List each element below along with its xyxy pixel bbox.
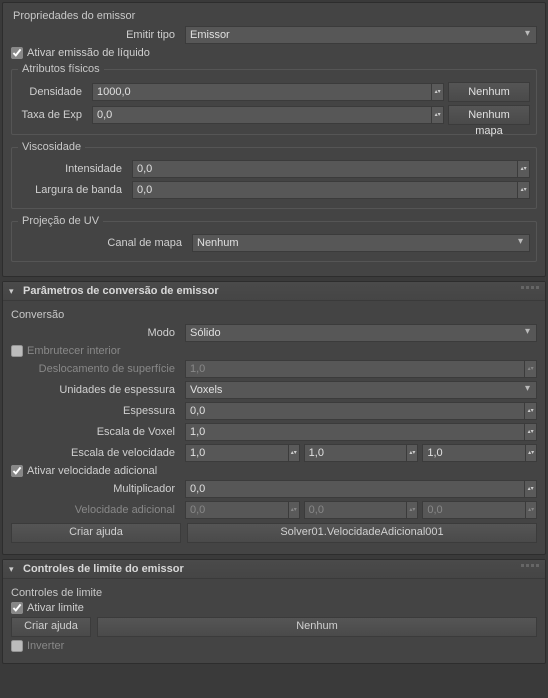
density-map-button[interactable]: Nenhum mapa [448,82,530,102]
uv-projection-group: Projeção de UV Canal de mapa Nenhum [11,215,537,262]
density-label: Densidade [18,86,88,98]
density-input[interactable] [92,83,432,101]
velocity-scale-label: Escala de velocidade [11,447,181,459]
exp-rate-input[interactable] [92,106,432,124]
conversion-subheading: Conversão [11,309,537,321]
map-channel-label: Canal de mapa [18,237,188,249]
physical-attributes-legend: Atributos físicos [18,63,104,75]
voxel-scale-label: Escala de Voxel [11,426,181,438]
panel-title: Propriedades do emissor [11,7,537,22]
voxel-scale-input[interactable] [185,423,525,441]
thickness-label: Espessura [11,405,181,417]
thickness-input[interactable] [185,402,525,420]
thickness-units-label: Unidades de espessura [11,384,181,396]
velocity-scale-y-input[interactable] [304,444,408,462]
emitter-limits-panel: ▾ Controles de limite do emissor Control… [2,559,546,664]
map-channel-value: Nenhum [197,237,239,249]
bandwidth-label: Largura de banda [18,184,128,196]
chevron-down-icon: ▾ [9,564,19,575]
additional-velocity-y-input [304,501,408,519]
emitter-limits-subheading: Controles de limite [11,587,537,599]
emitter-limits-title: Controles de limite do emissor [23,563,184,575]
emit-type-dropdown[interactable]: Emissor [185,26,537,44]
embrutecer-checkbox [11,345,23,357]
thickness-units-dropdown[interactable]: Voxels [185,381,537,399]
additional-velocity-x-input [185,501,289,519]
activate-limit-checkbox[interactable] [11,602,23,614]
mode-value: Sólido [190,327,221,339]
activate-additional-velocity-checkbox[interactable] [11,465,23,477]
additional-velocity-label: Velocidade adicional [11,504,181,516]
thickness-units-value: Voxels [190,384,222,396]
additional-velocity-y-spinner: ▴▾ [407,501,418,519]
emit-type-label: Emitir tipo [11,29,181,41]
intensity-label: Intensidade [18,163,128,175]
map-channel-dropdown[interactable]: Nenhum [192,234,530,252]
invert-checkbox [11,640,23,652]
create-help-button[interactable]: Criar ajuda [11,523,181,543]
thickness-spinner[interactable]: ▴▾ [525,402,537,420]
chevron-down-icon: ▾ [9,286,19,297]
velocity-scale-x-input[interactable] [185,444,289,462]
surface-disp-spinner: ▴▾ [525,360,537,378]
velocity-scale-z-spinner[interactable]: ▴▾ [526,444,537,462]
mode-label: Modo [11,327,181,339]
physical-attributes-group: Atributos físicos Densidade ▴▾ Nenhum ma… [11,63,537,135]
exp-rate-map-button[interactable]: Nenhum mapa [448,105,530,125]
bandwidth-spinner[interactable]: ▴▾ [518,181,530,199]
intensity-input[interactable] [132,160,518,178]
viscosity-group: Viscosidade Intensidade ▴▾ Largura de ba… [11,141,537,209]
density-spinner[interactable]: ▴▾ [432,83,444,101]
emitter-limits-header[interactable]: ▾ Controles de limite do emissor [3,560,545,579]
surface-disp-input [185,360,525,378]
multiplier-input[interactable] [185,480,525,498]
exp-rate-label: Taxa de Exp [18,109,88,121]
viscosity-legend: Viscosidade [18,141,85,153]
additional-velocity-z-input [422,501,526,519]
mode-dropdown[interactable]: Sólido [185,324,537,342]
drag-handle-icon[interactable] [521,286,539,289]
limit-target-button[interactable]: Nenhum [97,617,537,637]
multiplier-label: Multiplicador [11,483,181,495]
voxel-scale-spinner[interactable]: ▴▾ [525,423,537,441]
surface-disp-label: Deslocamento de superfície [11,363,181,375]
conversion-params-header[interactable]: ▾ Parâmetros de conversão de emissor [3,282,545,301]
velocity-scale-z-input[interactable] [422,444,526,462]
emit-type-value: Emissor [190,29,230,41]
conversion-params-title: Parâmetros de conversão de emissor [23,285,219,297]
uv-projection-legend: Projeção de UV [18,215,103,227]
activate-additional-velocity-label: Ativar velocidade adicional [27,465,157,477]
intensity-spinner[interactable]: ▴▾ [518,160,530,178]
solver-ref-button[interactable]: Solver01.VelocidadeAdicional001 [187,523,537,543]
activate-liquid-emission-checkbox[interactable] [11,47,23,59]
drag-handle-icon[interactable] [521,564,539,567]
conversion-params-panel: ▾ Parâmetros de conversão de emissor Con… [2,281,546,555]
additional-velocity-z-spinner: ▴▾ [526,501,537,519]
multiplier-spinner[interactable]: ▴▾ [525,480,537,498]
activate-limit-label: Ativar limite [27,602,84,614]
activate-liquid-emission-label: Ativar emissão de líquido [27,47,150,59]
additional-velocity-x-spinner: ▴▾ [289,501,300,519]
create-help-limit-button[interactable]: Criar ajuda [11,617,91,637]
velocity-scale-x-spinner[interactable]: ▴▾ [289,444,300,462]
embrutecer-label: Embrutecer interior [27,345,121,357]
bandwidth-input[interactable] [132,181,518,199]
exp-rate-spinner[interactable]: ▴▾ [432,106,444,124]
invert-label: Inverter [27,640,64,652]
emitter-properties-panel: Propriedades do emissor Emitir tipo Emis… [2,2,546,277]
velocity-scale-y-spinner[interactable]: ▴▾ [407,444,418,462]
